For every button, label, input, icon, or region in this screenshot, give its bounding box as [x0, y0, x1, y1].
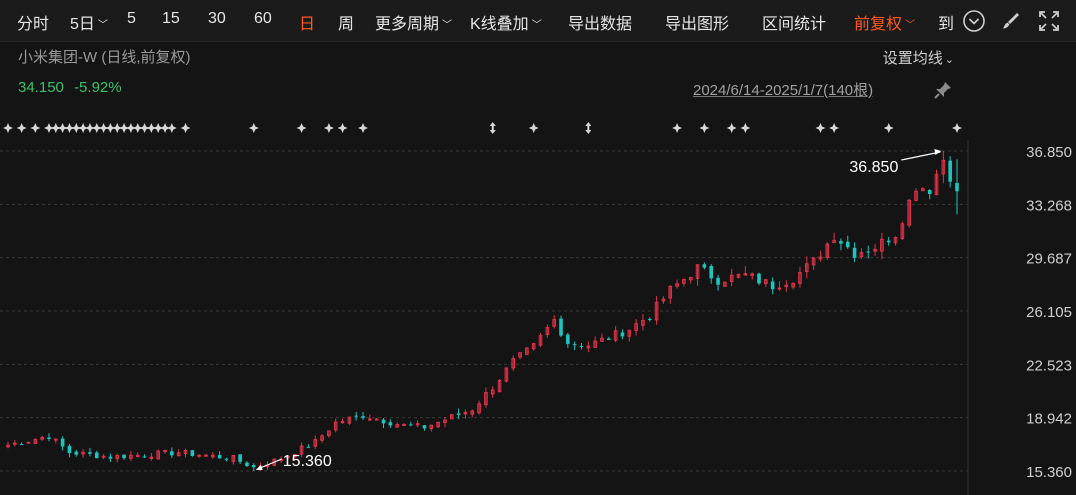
candle-body: [60, 438, 65, 447]
candle-body: [374, 418, 379, 421]
candle-body: [709, 265, 714, 279]
event-marker-icon: [672, 123, 683, 133]
candle-body: [839, 241, 843, 244]
candle-body: [845, 241, 850, 248]
candle-body: [306, 446, 311, 448]
event-marker-icon: [3, 123, 13, 133]
candle-body: [566, 334, 570, 344]
candle-body: [456, 413, 461, 415]
event-marker-icon: [699, 123, 710, 133]
event-marker-icon: [180, 123, 191, 133]
candle-body: [108, 456, 113, 459]
candle-body: [402, 423, 406, 426]
max-price-label: 36.850: [849, 159, 898, 176]
event-marker-icon: [726, 123, 737, 133]
event-marker-icon: [337, 123, 348, 133]
candle-body: [607, 338, 611, 340]
candle-body: [770, 281, 775, 290]
candle-body: [197, 454, 201, 457]
candle-body: [238, 454, 242, 462]
candle-body: [955, 182, 959, 192]
candle-body: [361, 416, 365, 418]
event-marker-icon: [323, 123, 334, 133]
candle-body: [13, 442, 17, 445]
candle-body: [757, 273, 761, 284]
y-tick-label: 36.850: [1026, 144, 1072, 161]
event-marker-icon: [883, 123, 894, 133]
event-marker-icon: [528, 123, 539, 133]
candle-body: [702, 264, 707, 268]
event-marker-icon: [829, 123, 840, 133]
candle-body: [190, 450, 195, 456]
candle-body: [53, 438, 58, 441]
candle-body: [224, 458, 229, 460]
event-marker-icon: [296, 123, 307, 133]
candle-body: [620, 332, 625, 337]
candle-body: [716, 277, 720, 285]
candle-body: [88, 452, 92, 454]
candlestick-chart: 36.850 33.268 29.687 26.105 22.523 18.942 15.3…: [0, 122, 1072, 495]
candle-body: [388, 422, 393, 426]
candle-body: [204, 454, 208, 457]
candle-body: [163, 450, 167, 453]
candle-body: [47, 437, 51, 439]
event-marker-icon: [166, 123, 177, 133]
candle-body: [866, 251, 871, 253]
candle-body: [381, 419, 386, 424]
candle-body: [579, 346, 584, 348]
candle-body: [245, 462, 249, 467]
candle-body: [647, 318, 652, 320]
min-price-label: 15.360: [283, 453, 332, 470]
candle-body: [122, 454, 126, 459]
candle-body: [67, 445, 72, 454]
event-marker-icon: [16, 123, 27, 133]
candle-body: [422, 425, 427, 429]
candle-body: [340, 421, 345, 424]
max-arrow: [901, 151, 941, 161]
candle-body: [26, 441, 31, 444]
candle-body: [251, 465, 256, 468]
candle-body: [948, 160, 952, 182]
candle-body: [74, 451, 79, 455]
event-marker-icon: [30, 123, 41, 133]
y-tick-label: 29.687: [1026, 251, 1072, 268]
y-tick-label: 18.942: [1026, 411, 1072, 428]
candle-body: [217, 455, 222, 459]
candle-body: [142, 456, 147, 458]
candle-body: [94, 452, 99, 459]
candle-body: [927, 189, 932, 194]
event-marker-icon: [585, 122, 592, 134]
candle-body: [101, 455, 106, 458]
y-tick-label: 15.360: [1026, 464, 1072, 481]
candle-body: [572, 344, 577, 346]
y-tick-label: 22.523: [1026, 357, 1072, 374]
candle-body: [852, 247, 857, 258]
candle-body: [368, 418, 372, 421]
candle-body: [409, 424, 413, 426]
candle-body: [354, 415, 358, 417]
candle-body: [559, 318, 563, 336]
event-marker-icon: [489, 122, 496, 134]
event-marker-icon: [358, 123, 369, 133]
y-tick-label: 26.105: [1026, 304, 1072, 321]
event-marker-icon: [248, 123, 259, 133]
y-tick-label: 33.268: [1026, 197, 1072, 214]
candle-body: [170, 451, 174, 456]
candle-body: [777, 287, 782, 290]
candle-body: [886, 240, 891, 243]
event-marker-icon: [740, 123, 751, 133]
candle-body: [19, 444, 24, 446]
event-marker-icon: [952, 123, 962, 133]
event-marker-icon: [815, 123, 826, 133]
